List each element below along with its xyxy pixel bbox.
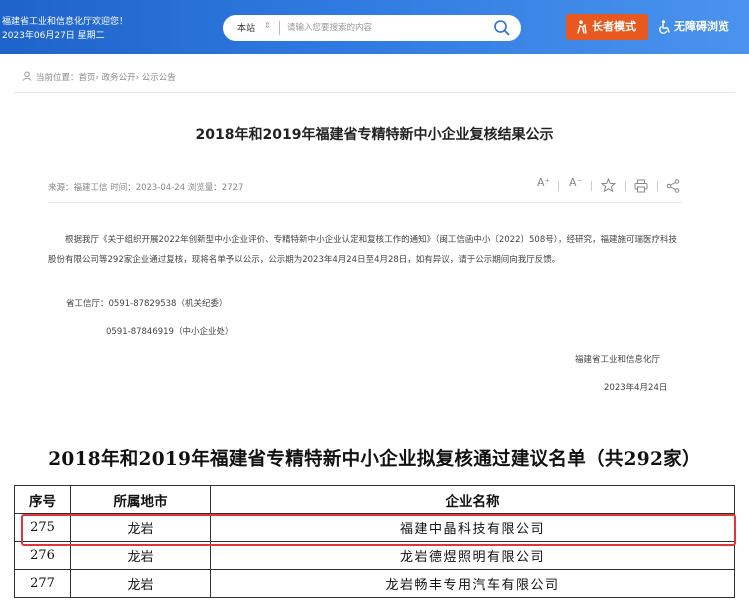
accessible-browse-button[interactable]: 无障碍浏览 [654, 14, 742, 40]
divider [48, 202, 682, 203]
table-row: 277 龙岩 龙岩畅丰专用汽车有限公司 [14, 569, 735, 598]
chevron-updown-icon[interactable]: ⇕ [264, 21, 271, 30]
divider [14, 92, 735, 93]
toolbar-divider [657, 181, 658, 191]
welcome-text: 福建省工业和信息化厅欢迎您！ [2, 17, 129, 27]
table-row: 275 龙岩 福建中晶科技有限公司 [14, 513, 735, 542]
toolbar-divider [558, 181, 559, 191]
table-header-row: 序号 所属地市 企业名称 [14, 485, 735, 514]
elder-mode-label: 长者模式 [592, 20, 636, 33]
signature-org: 福建省工业和信息化厅 [575, 355, 661, 365]
company-list-table: 序号 所属地市 企业名称 275 龙岩 福建中晶科技有限公司 276 龙岩 龙岩… [14, 485, 735, 598]
elder-icon [577, 20, 587, 34]
favorite-star-icon[interactable] [601, 178, 616, 193]
column-header-company: 企业名称 [210, 485, 735, 514]
contact-discipline: 省工信厅：0591-87829538（机关纪委） [66, 299, 228, 309]
cell-company: 龙岩畅丰专用汽车有限公司 [210, 569, 735, 598]
article-toolbar: A⁺ A⁻ [533, 176, 683, 196]
cell-city: 龙岩 [70, 569, 211, 598]
site-scope-select[interactable]: 本站 [237, 21, 255, 34]
font-increase-button[interactable]: A⁺ [537, 176, 550, 196]
search-divider [279, 21, 280, 35]
cell-seq: 277 [14, 569, 71, 598]
breadcrumb: 当前位置：首页› 政务公开› 公示公告 [22, 71, 176, 83]
cell-city: 龙岩 [70, 541, 211, 570]
table-row: 276 龙岩 龙岩德煜照明有限公司 [14, 541, 735, 570]
cell-seq: 275 [14, 513, 71, 542]
article-meta: 来源：福建工信 时间：2023-04-24 浏览量：2727 [48, 183, 244, 193]
cell-company: 龙岩德煜照明有限公司 [210, 541, 735, 570]
column-header-city: 所属地市 [70, 485, 211, 514]
article-body: 根据我厅《关于组织开展2022年创新型中小企业评价、专精特新中小企业认定和复核工… [48, 235, 677, 265]
top-banner: 福建省工业和信息化厅欢迎您！ 2023年06月27日 星期二 本站 ⇕ 长者模式… [0, 0, 749, 54]
article-title: 2018年和2019年福建省专精特新中小企业复核结果公示 [195, 127, 554, 143]
share-icon[interactable] [666, 179, 680, 193]
welcome-block: 福建省工业和信息化厅欢迎您！ 2023年06月27日 星期二 [2, 15, 128, 43]
signature-date: 2023年4月24日 [604, 383, 668, 393]
wheelchair-icon [659, 20, 670, 34]
elder-mode-button[interactable]: 长者模式 [566, 14, 648, 40]
cell-company: 福建中晶科技有限公司 [210, 513, 735, 542]
font-decrease-button[interactable]: A⁻ [569, 176, 582, 196]
column-header-seq: 序号 [14, 485, 71, 514]
contact-sme-office: 0591-87846919（中小企业处） [106, 327, 234, 337]
search-bar: 本站 ⇕ [223, 15, 521, 41]
search-input[interactable] [287, 20, 477, 36]
accessible-browse-label: 无障碍浏览 [674, 20, 729, 33]
list-title: 2018年和2019年福建省专精特新中小企业拟复核通过建议名单（共292家） [48, 449, 701, 470]
toolbar-divider [591, 181, 592, 191]
breadcrumb-text[interactable]: 当前位置：首页› 政务公开› 公示公告 [36, 73, 176, 83]
toolbar-divider [625, 181, 626, 191]
search-icon[interactable] [493, 19, 511, 37]
print-icon[interactable] [634, 179, 648, 193]
cell-city: 龙岩 [70, 513, 211, 542]
current-date: 2023年06月27日 星期二 [2, 31, 105, 41]
user-location-icon [22, 71, 32, 81]
cell-seq: 276 [14, 541, 71, 570]
